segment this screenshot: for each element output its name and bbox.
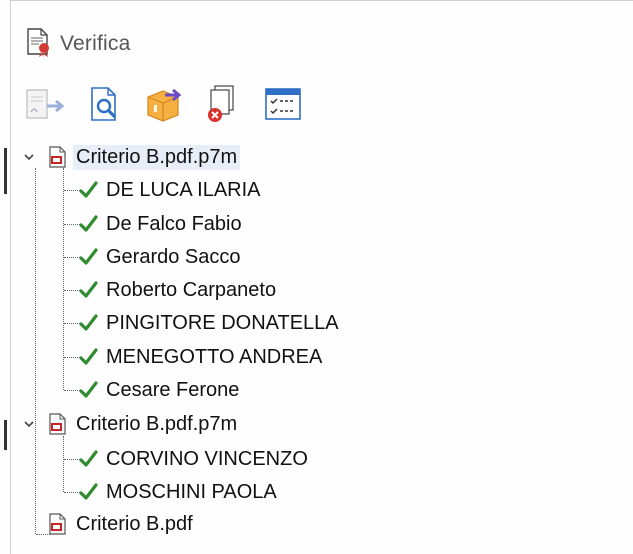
signer-name: DE LUCA ILARIA <box>106 178 261 201</box>
signer-name: Roberto Carpaneto <box>106 278 277 301</box>
signer-name: MOSCHINI PAOLA <box>106 480 277 503</box>
valid-check-icon <box>78 313 98 333</box>
pdf-file-icon <box>48 513 68 535</box>
signer-node[interactable]: Gerardo Sacco <box>78 242 244 272</box>
valid-check-icon <box>78 449 98 469</box>
valid-check-icon <box>78 347 98 367</box>
signer-node[interactable]: CORVINO VINCENZO <box>78 444 311 474</box>
valid-check-icon <box>78 380 98 400</box>
file-name: Criterio B.pdf.p7m <box>73 144 241 170</box>
signer-node[interactable]: MENEGOTTO ANDREA <box>78 342 325 372</box>
pdf-file-icon <box>48 413 68 435</box>
file-name: Criterio B.pdf.p7m <box>76 412 238 435</box>
signer-node[interactable]: Roberto Carpaneto <box>78 275 279 305</box>
signer-name: De Falco Fabio <box>106 212 242 235</box>
tree-connector <box>35 168 36 534</box>
tree-file-node[interactable]: Criterio B.pdf.p7m <box>48 409 240 439</box>
signer-node[interactable]: De Falco Fabio <box>78 209 245 239</box>
chevron-down-icon[interactable] <box>22 417 36 431</box>
chevron-down-icon[interactable] <box>22 150 36 164</box>
signer-name: Gerardo Sacco <box>106 245 241 268</box>
valid-check-icon <box>78 180 98 200</box>
valid-check-icon <box>78 247 98 267</box>
tree-file-node[interactable]: Criterio B.pdf <box>48 509 196 539</box>
signer-name: CORVINO VINCENZO <box>106 447 308 470</box>
valid-check-icon <box>78 280 98 300</box>
pdf-file-icon <box>48 146 68 168</box>
signer-node[interactable]: PINGITORE DONATELLA <box>78 308 342 338</box>
signer-name: PINGITORE DONATELLA <box>106 311 339 334</box>
tree-file-node[interactable]: Criterio B.pdf.p7m <box>48 142 241 172</box>
signature-tree: Criterio B.pdf.p7m DE LUCA ILARIA De Fal… <box>0 0 633 553</box>
valid-check-icon <box>78 214 98 234</box>
signer-node[interactable]: Cesare Ferone <box>78 375 242 405</box>
file-name: Criterio B.pdf <box>76 512 193 535</box>
valid-check-icon <box>78 482 98 502</box>
signer-node[interactable]: MOSCHINI PAOLA <box>78 477 280 507</box>
signer-node[interactable]: DE LUCA ILARIA <box>78 175 264 205</box>
signer-name: Cesare Ferone <box>106 378 240 401</box>
signer-name: MENEGOTTO ANDREA <box>106 345 323 368</box>
tree-connector <box>63 436 64 492</box>
